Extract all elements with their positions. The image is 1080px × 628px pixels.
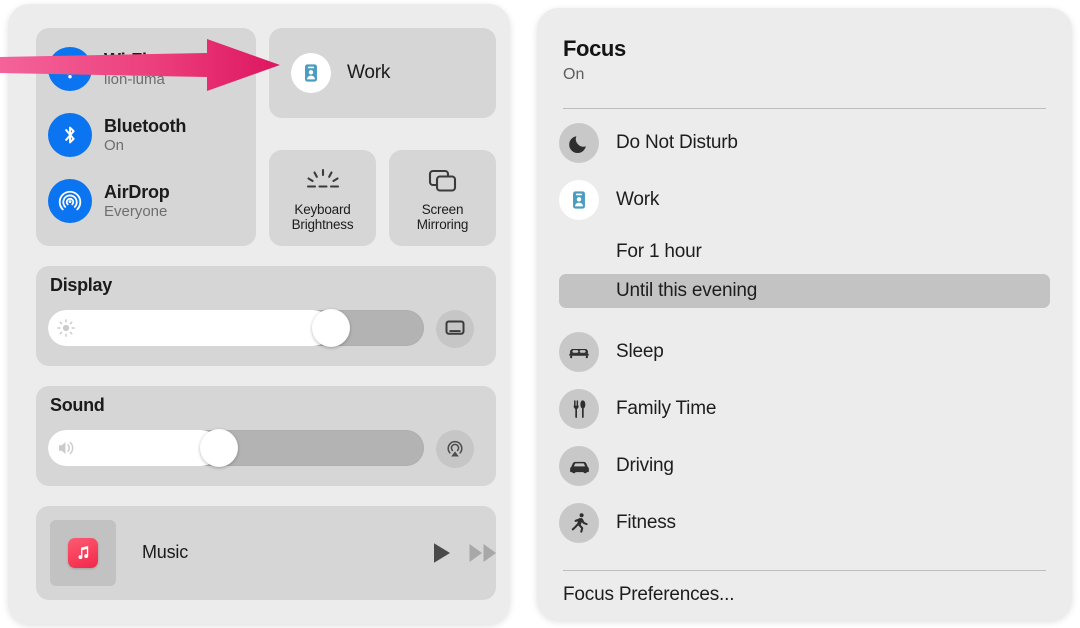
connectivity-row-bluetooth[interactable]: Bluetooth On — [48, 106, 248, 164]
keyboard-brightness-icon — [303, 164, 343, 200]
focus-tile-work[interactable]: Work — [269, 28, 496, 118]
display-settings-button[interactable] — [436, 310, 474, 348]
focus-tile-label: Work — [347, 62, 391, 83]
fast-forward-button[interactable] — [466, 539, 500, 567]
screen-mirroring-icon — [426, 164, 460, 200]
focus-panel-title: Focus — [563, 36, 626, 61]
display-slider-knob[interactable] — [311, 309, 350, 347]
id-badge-icon — [291, 53, 331, 93]
keyboard-brightness-label-line2: Brightness — [291, 217, 354, 232]
divider-top — [563, 108, 1046, 109]
display-slider-fill — [48, 310, 331, 346]
screen-mirroring-label-line2: Mirroring — [416, 217, 469, 232]
running-icon — [559, 503, 599, 543]
focus-mode-sleep[interactable]: Sleep — [559, 330, 1050, 374]
focus-mode-label: Sleep — [616, 341, 664, 362]
display-icon — [445, 320, 465, 335]
focus-duration-label: Until this evening — [616, 280, 758, 301]
moon-icon — [559, 123, 599, 163]
divider-bottom — [563, 570, 1046, 571]
screenshot-root: Wi-Fi lion-luma Bluetooth On — [0, 0, 1080, 628]
keyboard-brightness-label: Keyboard Brightness — [292, 202, 354, 232]
control-center-panel: Wi-Fi lion-luma Bluetooth On — [8, 4, 510, 624]
connectivity-status-airdrop: Everyone — [104, 202, 168, 220]
now-playing-group: Music — [36, 506, 496, 600]
sound-slider-knob[interactable] — [200, 429, 239, 467]
focus-mode-family-time[interactable]: Family Time — [559, 387, 1050, 431]
utensils-icon — [559, 389, 599, 429]
screen-mirroring-label: Screen Mirroring — [416, 202, 469, 232]
fast-forward-icon — [469, 544, 496, 562]
sound-title: Sound — [50, 395, 105, 415]
focus-preferences-button[interactable]: Focus Preferences... — [563, 584, 734, 606]
sound-output-button[interactable] — [436, 430, 474, 468]
connectivity-name-airdrop: AirDrop — [104, 181, 170, 202]
id-badge-icon — [559, 180, 599, 220]
connectivity-row-airdrop[interactable]: AirDrop Everyone — [48, 172, 248, 230]
focus-mode-label: Work — [616, 189, 660, 210]
focus-mode-driving[interactable]: Driving — [559, 444, 1050, 488]
annotation-arrow — [0, 39, 280, 91]
album-art — [50, 520, 116, 586]
keyboard-brightness-tile[interactable]: Keyboard Brightness — [269, 150, 376, 246]
focus-mode-label: Family Time — [616, 398, 717, 419]
car-icon — [559, 446, 599, 486]
focus-mode-work[interactable]: Work — [559, 178, 1050, 222]
sound-group: Sound — [36, 386, 496, 486]
keyboard-brightness-label-line1: Keyboard — [294, 202, 351, 217]
connectivity-name-bluetooth: Bluetooth — [104, 115, 187, 136]
focus-panel-state: On — [563, 66, 585, 83]
focus-mode-fitness[interactable]: Fitness — [559, 501, 1050, 545]
screen-mirroring-label-line1: Screen — [421, 202, 464, 217]
focus-panel: Focus On Do Not Disturb Work For 1 hour … — [537, 8, 1072, 620]
airplay-audio-icon — [447, 440, 463, 457]
display-group: Display — [36, 266, 496, 366]
focus-duration-for-1-hour[interactable]: For 1 hour — [559, 235, 1050, 269]
bluetooth-icon[interactable] — [48, 113, 92, 157]
screen-mirroring-tile[interactable]: Screen Mirroring — [389, 150, 496, 246]
focus-duration-label: For 1 hour — [616, 241, 702, 262]
display-title: Display — [50, 275, 112, 295]
connectivity-text-airdrop: AirDrop Everyone — [104, 182, 170, 221]
focus-mode-label: Driving — [616, 455, 674, 476]
now-playing-label: Music — [142, 542, 189, 562]
apple-music-icon — [68, 538, 98, 568]
play-button[interactable] — [428, 539, 456, 567]
focus-mode-label: Fitness — [616, 512, 676, 533]
airdrop-icon[interactable] — [48, 179, 92, 223]
focus-mode-label: Do Not Disturb — [616, 132, 738, 153]
bed-icon — [559, 332, 599, 372]
play-icon — [434, 543, 450, 563]
speaker-volume-icon — [57, 439, 75, 457]
brightness-sun-icon — [57, 319, 75, 337]
focus-duration-until-this-evening[interactable]: Until this evening — [559, 274, 1050, 308]
connectivity-text-bluetooth: Bluetooth On — [104, 116, 186, 155]
connectivity-status-bluetooth: On — [104, 136, 125, 154]
focus-mode-do-not-disturb[interactable]: Do Not Disturb — [559, 121, 1050, 165]
display-brightness-slider[interactable] — [48, 309, 424, 347]
sound-volume-slider[interactable] — [48, 429, 424, 467]
